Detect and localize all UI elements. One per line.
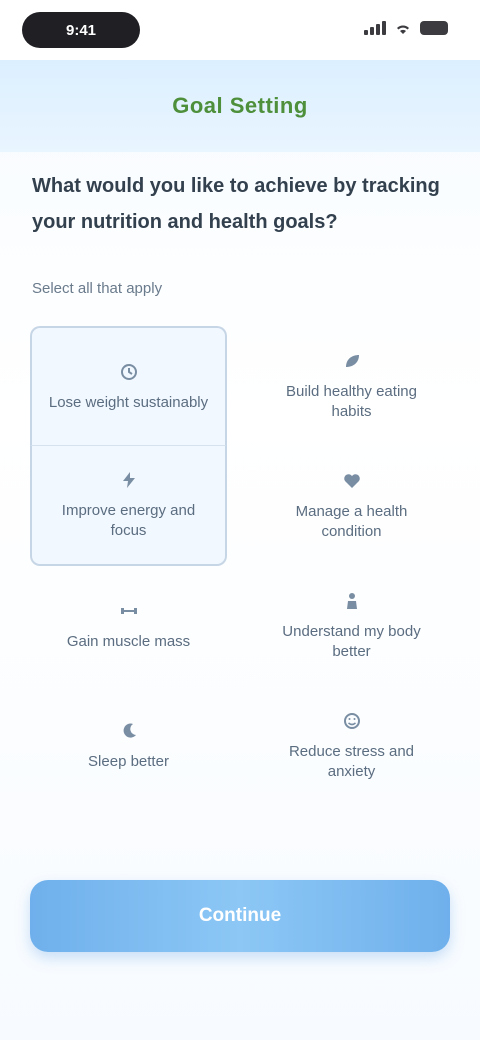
option-label: Build healthy eating habits <box>286 383 417 420</box>
option-healthy-habits[interactable]: Build healthy eating habits <box>253 326 450 446</box>
bolt-icon <box>118 469 140 491</box>
option-gain-muscle[interactable]: Gain muscle mass <box>30 566 227 686</box>
option-label: Manage a health condition <box>295 503 408 540</box>
option-reduce-stress[interactable]: Reduce stress and anxiety <box>253 686 450 806</box>
dumbbell-icon <box>118 600 140 622</box>
wifi-icon <box>397 25 409 34</box>
option-energy-focus[interactable]: Improve energy and focus <box>30 446 227 566</box>
heart-icon <box>341 470 363 492</box>
option-label: Improve energy and focus <box>61 502 196 539</box>
option-label: Sleep better <box>88 753 169 770</box>
option-sleep-better[interactable]: Sleep better <box>30 686 227 806</box>
page-title: Goal Setting <box>172 93 308 118</box>
status-time: 9:41 <box>22 12 140 48</box>
option-lose-weight[interactable]: Lose weight sustainably <box>30 326 227 446</box>
hint-text: Select all that apply <box>32 280 163 297</box>
body-icon <box>341 590 363 612</box>
smile-icon <box>341 710 363 732</box>
signal-icon <box>364 21 386 35</box>
leaf-icon <box>341 350 363 372</box>
header: Goal Setting <box>0 60 480 152</box>
option-health-condition[interactable]: Manage a health condition <box>253 446 450 566</box>
moon-icon <box>118 720 140 742</box>
options-grid: Lose weight sustainably Build healthy ea… <box>30 326 450 806</box>
option-understand-body[interactable]: Understand my body better <box>253 566 450 686</box>
option-label: Understand my body better <box>282 623 421 660</box>
option-label: Reduce stress and anxiety <box>288 743 415 780</box>
option-label: Lose weight sustainably <box>48 393 209 411</box>
option-label: Gain muscle mass <box>66 633 191 650</box>
continue-button[interactable]: Continue <box>30 880 450 952</box>
scale-icon <box>118 361 140 383</box>
status-icons <box>364 18 448 38</box>
battery-icon <box>420 21 448 35</box>
question-text: What would you like to achieve by tracki… <box>32 175 440 233</box>
status-bar: 9:41 <box>0 0 480 60</box>
